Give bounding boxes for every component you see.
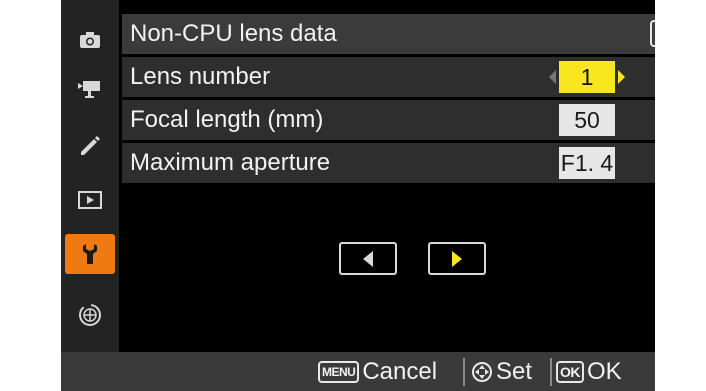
main-panel: Non-CPU lens data Lens number 1 Focal le…: [122, 0, 655, 391]
increment-arrow-icon[interactable]: [618, 70, 625, 84]
network-icon[interactable]: [61, 295, 119, 335]
multi-selector-icon: [472, 361, 492, 382]
focal-length-label: Focal length (mm): [130, 106, 324, 133]
playback-icon[interactable]: [61, 180, 119, 220]
focal-length-row[interactable]: Focal length (mm) 50: [122, 100, 655, 140]
lens-number-value[interactable]: 1: [559, 61, 615, 93]
previous-button[interactable]: [339, 242, 397, 275]
sidebar: [61, 0, 119, 391]
wrench-icon[interactable]: [65, 234, 115, 274]
left-arrow-icon: [363, 250, 373, 267]
lens-number-label: Lens number: [130, 63, 271, 90]
divider: [550, 358, 552, 386]
divider: [463, 358, 465, 386]
set-hint[interactable]: Set: [471, 352, 532, 391]
max-aperture-value[interactable]: F1. 4: [559, 147, 615, 179]
max-aperture-row[interactable]: Maximum aperture F1. 4: [122, 143, 655, 183]
lens-number-row[interactable]: Lens number 1: [122, 57, 655, 97]
set-label: Set: [496, 357, 533, 385]
page-title: Non-CPU lens data: [130, 20, 337, 47]
right-arrow-icon: [452, 250, 462, 267]
back-button[interactable]: [650, 20, 655, 47]
footer-bar: MENU Cancel Set OK OK: [61, 352, 655, 391]
focal-length-value[interactable]: 50: [559, 104, 615, 136]
movie-camera-icon[interactable]: [61, 69, 119, 109]
menu-button-badge: MENU: [318, 360, 360, 383]
camera-icon[interactable]: [61, 20, 119, 60]
ok-label: OK: [587, 357, 622, 385]
ok-button-badge: OK: [556, 360, 584, 383]
max-aperture-label: Maximum aperture: [130, 149, 331, 176]
pencil-icon[interactable]: [61, 126, 119, 166]
decrement-arrow-icon[interactable]: [549, 70, 556, 84]
ok-hint[interactable]: OK OK: [556, 352, 622, 391]
cancel-hint[interactable]: MENU Cancel: [318, 352, 437, 391]
cancel-label: Cancel: [362, 357, 438, 385]
camera-screen: Non-CPU lens data Lens number 1 Focal le…: [61, 0, 655, 391]
title-bar: Non-CPU lens data: [122, 14, 655, 54]
next-button[interactable]: [428, 242, 486, 275]
